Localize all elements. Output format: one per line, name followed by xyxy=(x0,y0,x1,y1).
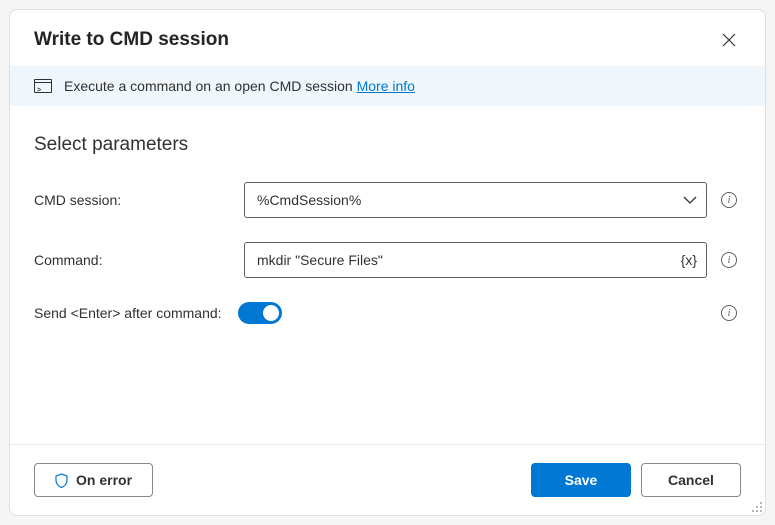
cancel-button[interactable]: Cancel xyxy=(641,463,741,497)
command-value: mkdir "Secure Files" xyxy=(257,252,383,268)
section-title: Select parameters xyxy=(34,134,741,156)
command-label: Command: xyxy=(34,252,234,268)
info-bar: Execute a command on an open CMD session… xyxy=(10,66,765,106)
dialog-footer: On error Save Cancel xyxy=(10,444,765,515)
info-text: Execute a command on an open CMD session… xyxy=(64,78,415,94)
variable-icon[interactable]: {x} xyxy=(679,250,699,270)
send-enter-toggle[interactable] xyxy=(238,302,282,324)
command-info-icon[interactable]: i xyxy=(721,252,737,268)
send-enter-label: Send <Enter> after command: xyxy=(34,305,222,321)
close-icon xyxy=(722,33,736,47)
cmd-session-value: %CmdSession% xyxy=(257,192,361,208)
on-error-label: On error xyxy=(76,472,132,488)
cmd-session-info-icon[interactable]: i xyxy=(721,192,737,208)
info-description: Execute a command on an open CMD session xyxy=(64,78,357,94)
shield-icon xyxy=(55,473,68,488)
command-row: Command: mkdir "Secure Files" {x} i xyxy=(34,242,741,278)
dialog-header: Write to CMD session xyxy=(10,10,765,66)
command-input[interactable]: mkdir "Secure Files" xyxy=(244,242,707,278)
more-info-link[interactable]: More info xyxy=(357,78,415,94)
content-area: Select parameters CMD session: %CmdSessi… xyxy=(10,106,765,444)
on-error-button[interactable]: On error xyxy=(34,463,153,497)
dialog: Write to CMD session Execute a command o… xyxy=(9,9,766,516)
close-button[interactable] xyxy=(717,28,741,52)
cmd-session-label: CMD session: xyxy=(34,192,234,208)
resize-grip-icon[interactable] xyxy=(751,501,763,513)
cmd-icon xyxy=(34,79,52,93)
cmd-session-select[interactable]: %CmdSession% xyxy=(244,182,707,218)
send-enter-info-icon[interactable]: i xyxy=(721,305,737,321)
cmd-session-row: CMD session: %CmdSession% i xyxy=(34,182,741,218)
dialog-title: Write to CMD session xyxy=(34,29,229,51)
save-button[interactable]: Save xyxy=(531,463,631,497)
send-enter-row: Send <Enter> after command: i xyxy=(34,302,741,324)
